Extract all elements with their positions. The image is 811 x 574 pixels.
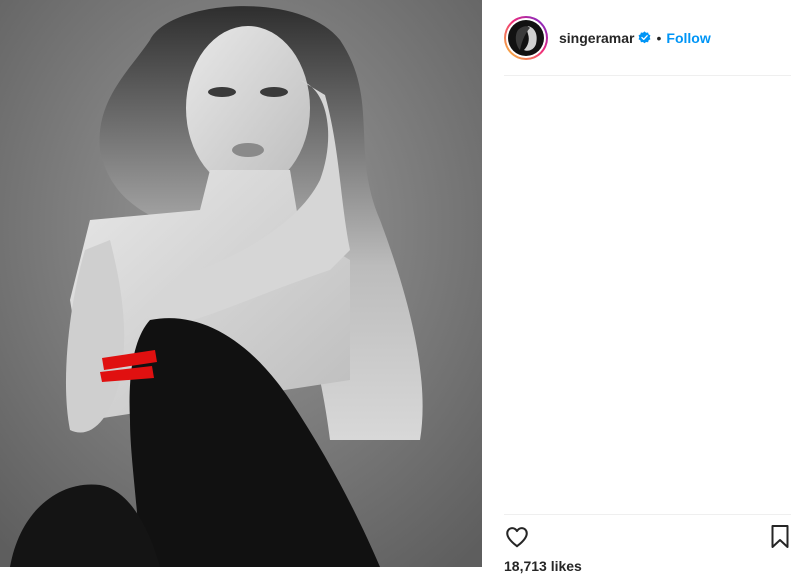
follow-button[interactable]: Follow bbox=[666, 30, 710, 46]
avatar-inner bbox=[506, 17, 546, 58]
post-photo[interactable] bbox=[0, 0, 482, 567]
likes-count[interactable]: 18,713 likes bbox=[504, 558, 582, 574]
verified-badge-icon bbox=[638, 31, 651, 44]
avatar[interactable] bbox=[504, 15, 548, 60]
avatar-image bbox=[508, 19, 544, 56]
instagram-post: singeramar • Follow 18,713 likes bbox=[0, 0, 811, 574]
username-link[interactable]: singeramar bbox=[559, 30, 634, 46]
heart-outline-icon[interactable] bbox=[504, 524, 530, 550]
post-header: singeramar • Follow bbox=[504, 0, 791, 76]
post-photo-image bbox=[0, 0, 482, 567]
bookmark-outline-icon[interactable] bbox=[770, 524, 790, 550]
post-sidebar: singeramar • Follow 18,713 likes bbox=[482, 0, 811, 574]
actions-divider bbox=[504, 514, 791, 515]
separator-dot: • bbox=[656, 29, 662, 46]
